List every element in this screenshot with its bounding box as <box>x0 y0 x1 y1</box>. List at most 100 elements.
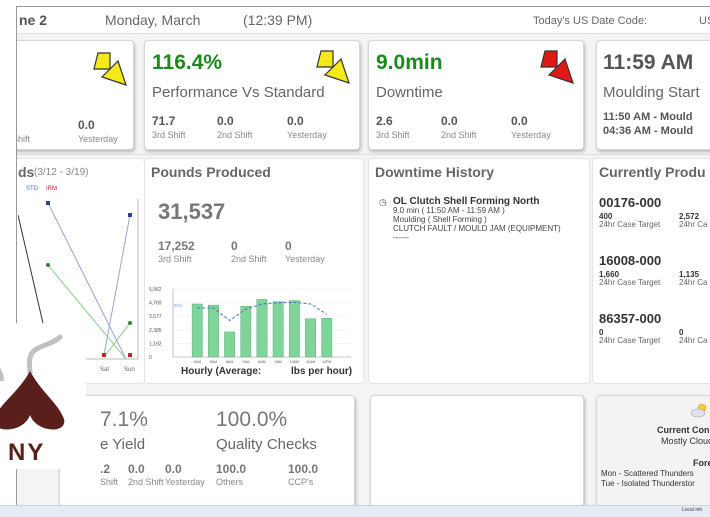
yield-2nd-label: 2nd Shift <box>128 477 164 487</box>
card-downtime-history[interactable]: Downtime History ◷ OL Clutch Shell Formi… <box>368 158 590 384</box>
pounds-title: Pounds Produced <box>151 164 271 180</box>
pounds-yesterday-label: Yesterday <box>285 254 325 264</box>
downtime-entry-title: OL Clutch Shell Forming North <box>393 196 540 207</box>
downtime-2nd-label: 2nd Shift <box>441 130 477 140</box>
forecast-line: Mon - Scattered Thunders <box>601 469 694 478</box>
product-id: 00176-000 <box>599 195 662 210</box>
yellow-arrow-icon <box>316 50 350 84</box>
yield-yesterday-value: 0.0 <box>165 462 182 476</box>
yield-value: 7.1% <box>100 408 148 431</box>
card-moulding-start[interactable]: 11:59 AM Moulding Start 11:50 AM - Mould… <box>596 40 710 150</box>
chart-caption-left: Hourly (Average: <box>181 366 262 377</box>
product-actual-label: 24hr Ca <box>679 336 708 345</box>
moulding-value: 11:59 AM <box>603 51 694 74</box>
product-id: 86357-000 <box>599 311 662 326</box>
product-item[interactable]: 16008-000 1,660 1,135 24hr Case Target 2… <box>599 253 710 290</box>
hourly-bar <box>208 304 219 358</box>
card-yield-quality[interactable]: 7.1% e Yield .2 0.0 0.0 Shift 2nd Shift … <box>59 395 355 507</box>
downtime-entry-line: Moulding ( Shell Forming ) <box>393 215 487 224</box>
trends-range: (3/12 - 3/19) <box>34 167 89 178</box>
date-code-label: Today's US Date Code: <box>533 15 647 27</box>
product-item[interactable]: 86357-000 0 0 24hr Case Target 24hr Ca <box>599 311 710 348</box>
card-empty[interactable] <box>370 395 584 507</box>
y-tick-label: 1,192 <box>149 341 162 347</box>
card-currently-producing[interactable]: Currently Produ 00176-000 400 2,572 24hr… <box>592 158 710 384</box>
quality-title: Quality Checks <box>216 436 317 453</box>
product-id: 16008-000 <box>599 253 662 268</box>
product-item[interactable]: 00176-000 400 2,572 24hr Case Target 24h… <box>599 195 710 232</box>
quality-value: 100.0% <box>216 408 288 431</box>
quality-others-label: Others <box>216 477 244 487</box>
logo-kiss-icon <box>0 334 65 430</box>
yield-yesterday-label: Yesterday <box>165 477 205 487</box>
hourly-bar <box>191 303 203 358</box>
hourly-bar <box>240 306 252 358</box>
yield-2nd-value: 0.0 <box>128 462 145 476</box>
y-tick-label: 0 <box>149 355 152 361</box>
product-actual-label: 24hr Ca <box>679 278 708 287</box>
status-taskbar: Local intr <box>0 505 710 517</box>
partly-cloudy-icon <box>690 403 707 418</box>
card-downtime[interactable]: 9.0min Downtime 2.6 0.0 0.0 3rd Shift 2n… <box>368 40 584 150</box>
local-intranet-label: Local intr <box>682 507 703 513</box>
current-conditions-label: Current Con <box>657 425 710 435</box>
product-actual-label: 24hr Ca <box>679 220 708 229</box>
current-conditions: Mostly Clouc <box>661 436 710 446</box>
downtime-3rd-label: 3rd Shift <box>376 130 410 140</box>
hourly-bar <box>321 318 333 358</box>
legend-std: STD <box>26 186 38 192</box>
pounds-3rd-label: 3rd Shift <box>158 254 192 264</box>
y-tick-label: 3,577 <box>149 314 162 320</box>
performance-3rd-label: 3rd Shift <box>152 130 186 140</box>
hourly-bar <box>272 301 284 358</box>
y-tick-label: 5,962 <box>149 287 162 293</box>
header-time: (12:39 PM) <box>243 12 313 28</box>
card-partial-left[interactable]: 0.0 Shift Yesterday <box>17 40 134 150</box>
moulding-line-1: 11:50 AM - Mould <box>603 111 693 123</box>
chart-caption-right: lbs per hour) <box>291 366 353 377</box>
avg-line-label: STD <box>174 303 182 308</box>
performance-3rd-value: 71.7 <box>152 114 176 128</box>
y-tick-label: 2,385 <box>149 328 162 334</box>
performance-2nd-label: 2nd Shift <box>217 130 253 140</box>
partial-value-yesterday: 0.0 <box>78 118 95 132</box>
line-title: ne 2 <box>19 12 48 28</box>
pounds-2nd-label: 2nd Shift <box>231 254 267 264</box>
downtime-entry[interactable]: OL Clutch Shell Forming North 9.0 min ( … <box>393 196 589 243</box>
card-pounds-produced[interactable]: Pounds Produced 31,537 17,252 0 0 3rd Sh… <box>144 158 364 384</box>
clock-icon: ◷ <box>379 197 387 207</box>
pounds-3rd-value: 17,252 <box>158 239 195 253</box>
x-tick-label: 5AM <box>210 360 217 364</box>
downtime-entry-line: ------ <box>393 233 409 242</box>
card-performance[interactable]: 116.4% Performance Vs Standard 71.7 0.0 … <box>144 40 360 150</box>
x-tick-label: 4AM <box>194 360 201 364</box>
x-tick-label: 10AM <box>290 360 299 364</box>
quality-ccp-value: 100.0 <box>288 462 319 476</box>
x-tick-label: 8AM <box>258 360 265 364</box>
forecast-line: Tue - Isolated Thunderstor <box>601 479 695 488</box>
yellow-arrow-icon <box>93 52 127 86</box>
company-logo: NY <box>0 323 86 469</box>
quality-ccp-label: CCP's <box>288 477 314 487</box>
performance-yesterday-value: 0.0 <box>287 114 304 128</box>
dashboard-frame: ne 2 Monday, March (12:39 PM) Today's US… <box>16 6 710 517</box>
producing-title: Currently Produ <box>599 164 706 180</box>
product-target-label: 24hr Case Target <box>599 220 661 229</box>
product-target-label: 24hr Case Target <box>599 336 661 345</box>
history-title: Downtime History <box>375 164 495 180</box>
downtime-title: Downtime <box>376 84 443 101</box>
downtime-3rd-value: 2.6 <box>376 114 393 128</box>
hourly-bar <box>288 300 300 358</box>
date-code-value: US <box>699 15 710 27</box>
moulding-title: Moulding Start <box>603 84 700 101</box>
yield-title: e Yield <box>100 436 146 453</box>
trend-x-sun: Sun <box>124 367 135 373</box>
performance-title: Performance Vs Standard <box>152 84 325 101</box>
x-tick-label: 12PM <box>322 360 331 364</box>
quality-others-value: 100.0 <box>216 462 247 476</box>
card-weather[interactable]: Current Con Mostly Clouc Foreca Mon - Sc… <box>596 395 710 507</box>
trend-x-sat: Sat <box>100 367 110 373</box>
partial-label-yesterday: Yesterday <box>78 134 118 144</box>
downtime-yesterday-value: 0.0 <box>511 114 528 128</box>
x-tick-label: 7AM <box>242 360 249 364</box>
